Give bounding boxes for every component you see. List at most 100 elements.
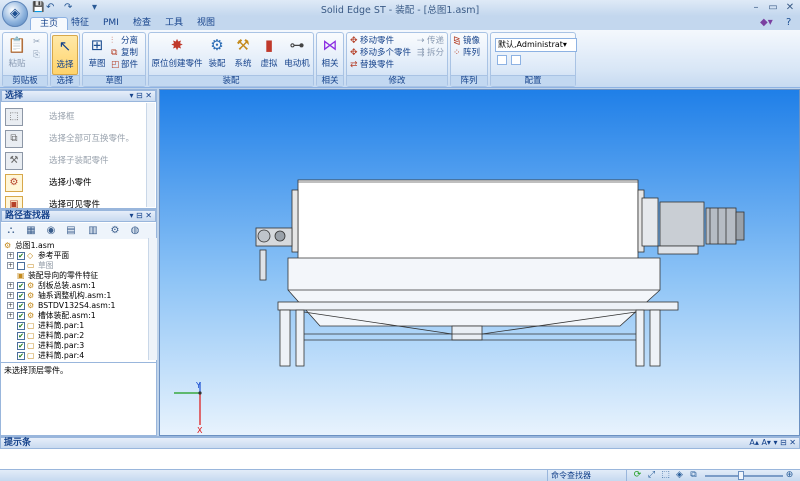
split-button[interactable]: ⫶ 分离 [111,35,138,47]
tree-item[interactable]: + ▭ 草图 [1,261,147,271]
visibility-checkbox[interactable]: ✔ [17,332,25,340]
tree-item[interactable]: + ✔ ⚙ 轴系调整机构.asm:1 [1,291,147,301]
expand-icon[interactable]: + [7,262,14,269]
pf-tool-icon[interactable]: ⛬ [4,224,18,238]
visibility-checkbox[interactable]: ✔ [17,292,25,300]
move-part-button[interactable]: ✥ 移动零件 [350,35,394,47]
cut-icon[interactable]: ✂ [33,36,40,48]
pf-tool-icon[interactable]: ⚙ [108,224,122,238]
virtual-button[interactable]: ▮ 虚拟 [257,35,281,75]
ribbon-tabs: 主页 特征 PMI 检查 工具 视图 ◆▾ ? [0,16,800,30]
disperse-button[interactable]: ⇶ 拆分 [417,47,444,59]
copy-icon[interactable]: ⎘ [33,49,40,61]
tree-item[interactable]: ✔ ▢ 进料筒.par:4 [1,351,147,361]
visibility-checkbox[interactable]: ✔ [17,312,25,320]
tree-item[interactable]: ⚙ 总图1.asm [1,241,147,251]
prompt-controls-icon[interactable]: A▴ A▾ ▾ ⊟ ✕ [749,438,796,448]
select-subassembly-option[interactable]: ⚒ 选择子装配零件 [3,150,147,172]
copy-part-button[interactable]: ⧉ 复制 [111,47,138,59]
tab-tools[interactable]: 工具 [156,17,192,30]
command-finder[interactable]: 命令查找器 [547,470,627,481]
select-subassembly-icon: ⚒ [5,152,23,170]
view-style-icon[interactable]: ⧉ [688,470,699,481]
zoom-slider-thumb[interactable] [738,471,744,480]
refresh-icon[interactable]: ⟳ [632,470,643,481]
mirror-button[interactable]: ⧎ 镜像 [453,35,480,47]
tab-inspect[interactable]: 检查 [124,17,160,30]
visibility-checkbox[interactable]: ✔ [17,342,25,350]
array-button[interactable]: ⁘ 阵列 [453,47,480,59]
system-button[interactable]: ⚒ 系统 [231,35,255,75]
sketch-button[interactable]: ⊞ 草图 [85,35,109,75]
expand-icon[interactable]: + [7,252,14,259]
redo-icon[interactable]: ↷ [64,2,72,13]
create-in-place-button[interactable]: ✸ 原位创建零件 [151,35,203,75]
expand-icon[interactable]: + [7,292,14,299]
title-bar: 💾 ↶ ↷ ▾ Solid Edge ST - 装配 - [总图1.asm] –… [0,0,800,16]
minimize-icon[interactable]: – [748,1,764,14]
select-interchangeable-option[interactable]: ⧉ 选择全部可互换零件。 [3,128,147,150]
tree-item[interactable]: + ✔ ⚙ 刮板总装.asm:1 [1,281,147,291]
select-panel-scrollbar[interactable] [146,103,155,207]
tab-features[interactable]: 特征 [62,17,98,30]
panel-controls-icon[interactable]: ▾ ⊟ ✕ [129,91,152,101]
tree-item[interactable]: ✔ ▢ 进料筒.par:3 [1,341,147,351]
pf-tool-icon[interactable]: ◍ [128,224,142,238]
select-small-parts-option[interactable]: ⚙ 选择小零件 [3,172,147,194]
zoom-in-icon[interactable]: ⊕ [784,470,795,481]
tree-item[interactable]: ✔ ▢ 进料筒.par:1 [1,321,147,331]
visibility-checkbox[interactable]: ✔ [17,302,25,310]
config-select[interactable]: 默认,Administrat▾ [495,38,577,52]
panel-controls-icon[interactable]: ▾ ⊟ ✕ [129,211,152,221]
help-icon[interactable]: ◆▾ [760,17,773,28]
status-bar: 命令查找器 ⟳ ⤢ ⬚ ◈ ⧉ ⊕ [0,469,800,481]
tree-item[interactable]: ✔ ▢ 进料筒.par:2 [1,331,147,341]
fit-icon[interactable]: ⤢ [646,470,657,481]
move-parts-button[interactable]: ✥ 移动多个零件 [350,47,411,59]
part-button[interactable]: ◰部件 [111,59,138,71]
close-icon[interactable]: ✕ [782,1,798,14]
zoom-area-icon[interactable]: ⬚ [660,470,671,481]
undo-icon[interactable]: ↶ [46,2,54,13]
pf-tool-icon[interactable]: ▦ [24,224,38,238]
visibility-checkbox[interactable]: ✔ [17,282,25,290]
expand-icon[interactable]: + [7,282,14,289]
select-button[interactable]: ↖ 选择 [52,35,78,75]
motor-button[interactable]: ⊶ 电动机 [283,35,311,75]
visibility-checkbox[interactable]: ✔ [17,322,25,330]
relations-button[interactable]: ⋈ 相关 [318,35,342,75]
pf-tool-icon[interactable]: ▤ [64,224,78,238]
config-save-icon[interactable] [497,55,507,65]
graphics-viewport[interactable]: Y X [159,89,800,436]
select-visible-parts-option[interactable]: ▣ 选择可见零件 [3,194,147,208]
help-question-icon[interactable]: ? [786,17,791,28]
qat-customize-icon[interactable]: ▾ [92,2,97,13]
select-box-option[interactable]: ⬚ 选择框 [3,106,147,128]
pathfinder-scrollbar[interactable] [148,238,157,360]
tree-item[interactable]: + ✔ ⚙ BSTDV132S4.asm:1 [1,301,147,311]
tab-pmi[interactable]: PMI [94,17,128,30]
assemble-button[interactable]: ⚙ 装配 [205,35,229,75]
visibility-checkbox[interactable]: ✔ [17,352,25,360]
save-icon[interactable]: 💾 [32,2,44,13]
expand-icon[interactable]: + [7,312,14,319]
tree-item[interactable]: ▣ 装配导向的零件特征 [1,271,147,281]
view-orient-icon[interactable]: ◈ [674,470,685,481]
replace-part-button[interactable]: ⇄ 替换零件 [350,59,394,71]
tab-view[interactable]: 视图 [188,17,224,30]
create-part-icon: ✸ [170,36,184,54]
maximize-icon[interactable]: ▭ [765,1,781,14]
paste-button[interactable]: 📋 粘贴 [5,35,29,75]
visibility-checkbox[interactable]: ✔ [17,252,25,260]
zoom-slider[interactable] [705,475,783,477]
expand-icon[interactable]: + [7,302,14,309]
app-menu-button[interactable]: ◈ [2,1,28,27]
config-view-icon[interactable] [511,55,521,65]
tree-item[interactable]: + ✔ ⚙ 槽体装配.asm:1 [1,311,147,321]
tree-item[interactable]: + ✔ ◇ 参考平面 [1,251,147,261]
transfer-button[interactable]: ⇢ 传递 [417,35,444,47]
visibility-checkbox[interactable] [17,262,25,270]
pf-tool-icon[interactable]: ▥ [86,224,100,238]
pf-tool-icon[interactable]: ◉ [44,224,58,238]
pathfinder-panel: 路径查找器 ▾ ⊟ ✕ ⛬ ▦ ◉ ▤ ▥ ⚙ ◍ ⚙ 总图1.asm + ✔ ◇ 参考平… [0,209,157,436]
